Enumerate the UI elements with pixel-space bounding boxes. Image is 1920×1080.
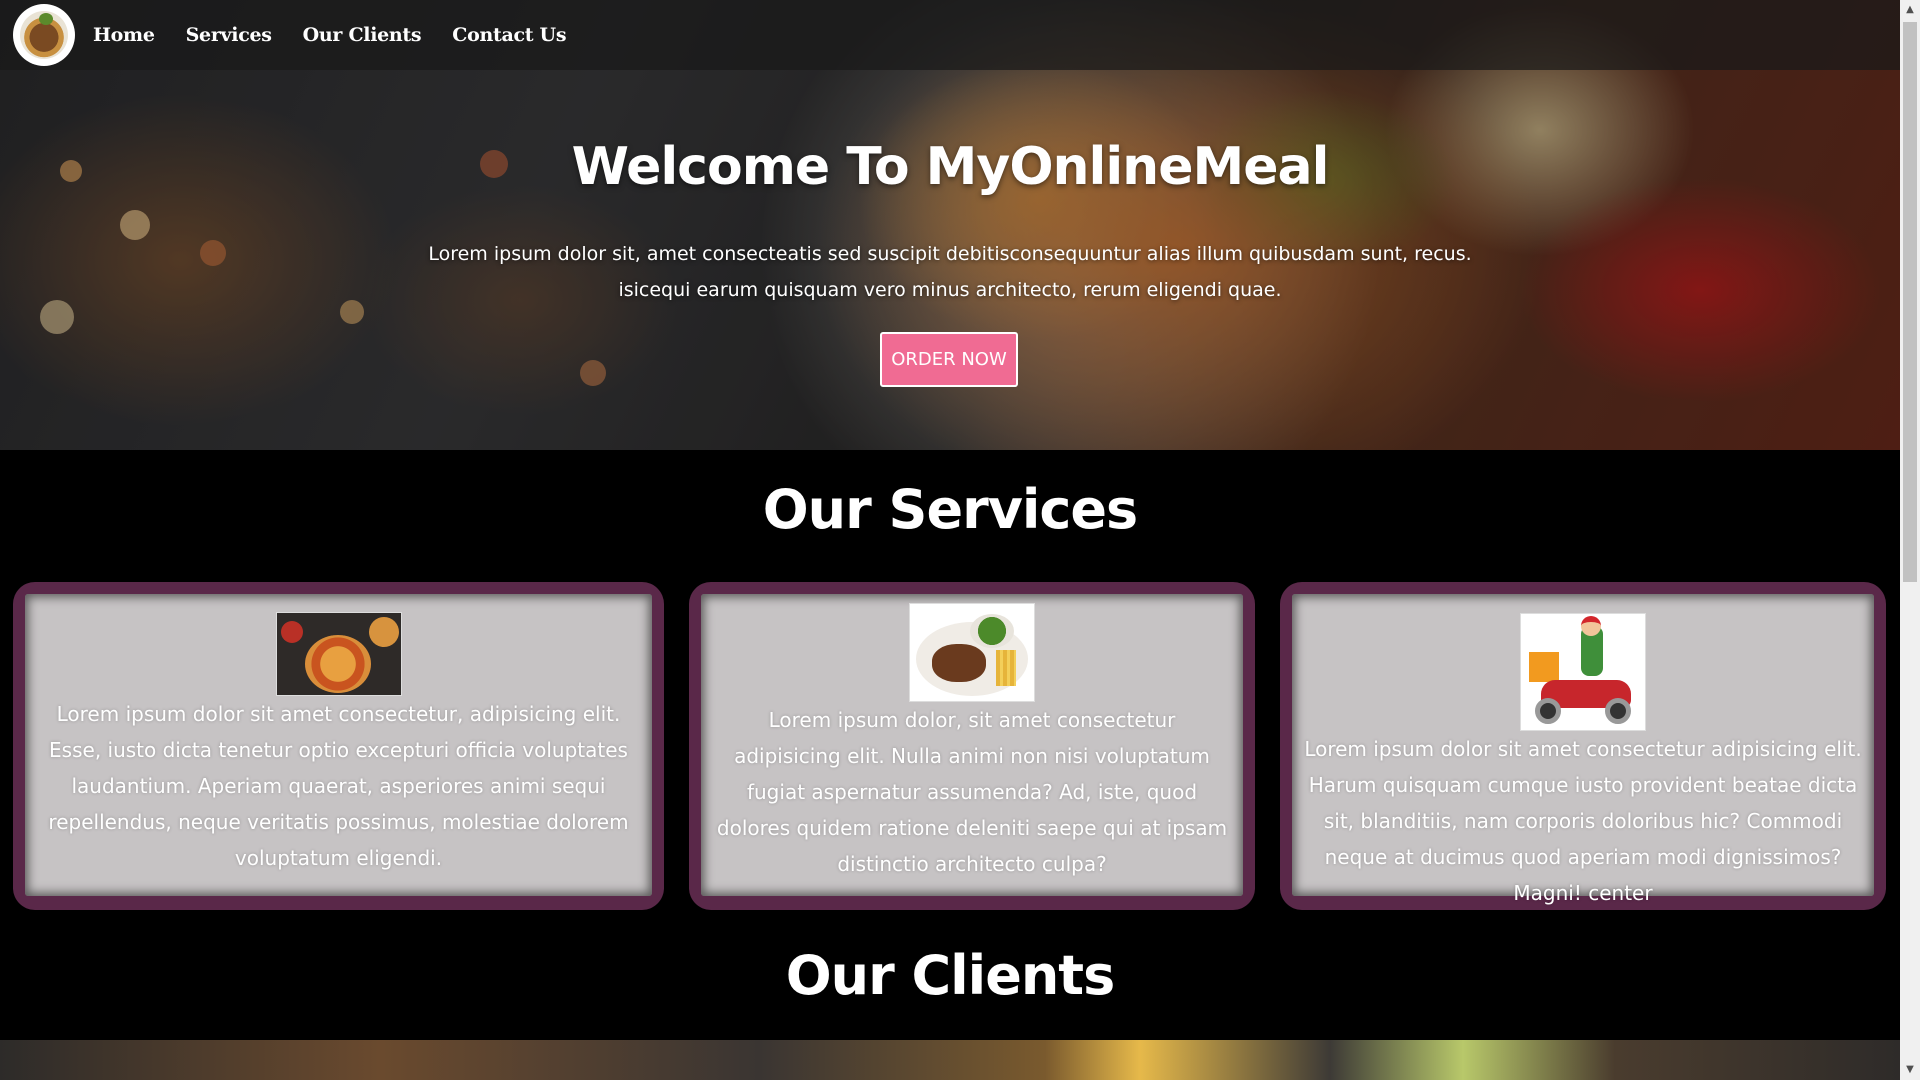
- scroll-thumb[interactable]: [1903, 22, 1917, 582]
- pizza-image: [275, 612, 402, 696]
- service-card-2: Lorem ipsum dolor, sit amet consectetur …: [689, 582, 1255, 910]
- service-card-2-text: Lorem ipsum dolor, sit amet consectetur …: [716, 708, 1228, 876]
- order-now-button[interactable]: ORDER NOW: [880, 332, 1018, 387]
- services-title: Our Services: [762, 478, 1138, 541]
- nav-contact-link[interactable]: Contact Us: [452, 24, 566, 46]
- nav-clients-link[interactable]: Our Clients: [303, 24, 422, 46]
- hero-text: Lorem ipsum dolor sit, amet consecteatis…: [428, 243, 1472, 301]
- service-card-3: Lorem ipsum dolor sit amet consectetur a…: [1280, 582, 1886, 910]
- scrollbar[interactable]: ▲ ▼: [1900, 0, 1920, 1080]
- scroll-down-icon[interactable]: ▼: [1900, 1060, 1920, 1080]
- service-card-3-body: Lorem ipsum dolor sit amet consectetur a…: [1292, 594, 1874, 905]
- service-card-3-text: Lorem ipsum dolor sit amet consectetur a…: [1304, 737, 1862, 905]
- service-card-2-body: Lorem ipsum dolor, sit amet consectetur …: [701, 594, 1243, 896]
- nav-links: Home Services Our Clients Contact Us: [93, 0, 567, 70]
- nav-home-link[interactable]: Home: [93, 24, 155, 46]
- service-card-1-text: Lorem ipsum dolor sit amet consectetur, …: [48, 702, 629, 870]
- clients-title: Our Clients: [785, 944, 1115, 1007]
- service-card-1: Lorem ipsum dolor sit amet consectetur, …: [13, 582, 664, 910]
- steak-plate-image: [909, 603, 1035, 702]
- logo-icon[interactable]: [13, 4, 75, 66]
- service-card-1-body: Lorem ipsum dolor sit amet consectetur, …: [25, 594, 652, 896]
- nav-services-link[interactable]: Services: [186, 24, 272, 46]
- delivery-scooter-image: [1520, 613, 1646, 731]
- clients-background-image: [0, 1040, 1900, 1080]
- hero-title: Welcome To MyOnlineMeal: [571, 137, 1330, 197]
- navbar: Home Services Our Clients Contact Us: [0, 0, 1900, 70]
- scroll-up-icon[interactable]: ▲: [1900, 0, 1920, 20]
